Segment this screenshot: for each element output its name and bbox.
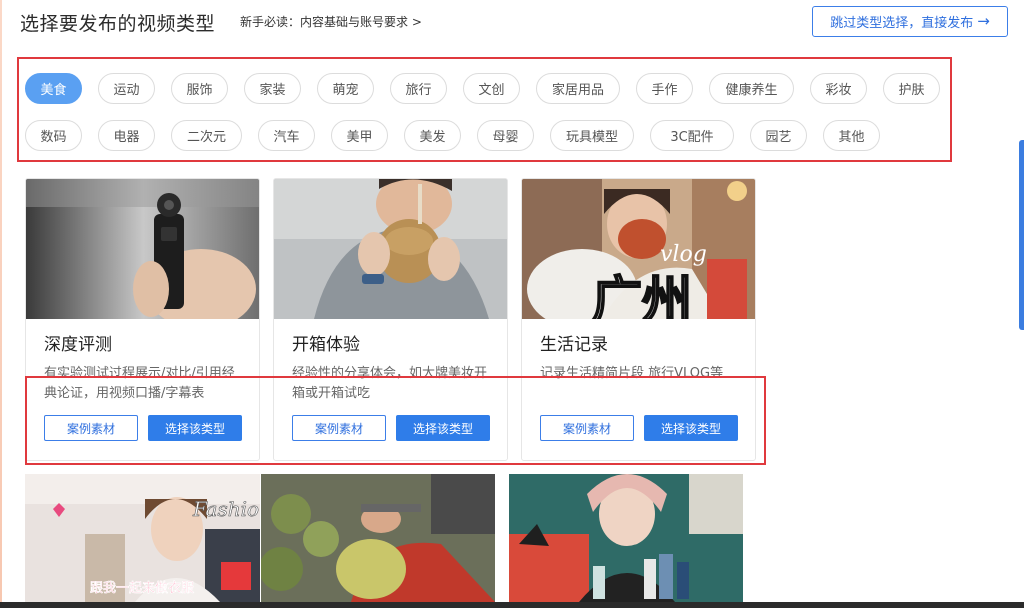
fashion-overlay-text: Fashion [192, 497, 260, 521]
category-row-2: 数码 电器 二次元 汽车 美甲 美发 母婴 玩具模型 3C配件 园艺 其他 [25, 120, 896, 151]
category-pill-travel[interactable]: 旅行 [390, 73, 447, 104]
category-pill-3c-accessories[interactable]: 3C配件 [650, 120, 734, 151]
type-card-life-record: vlog 广州 生活记录 记录生活精简片段 旅行VLOG等 案例素材 选择该类型 [521, 178, 756, 461]
category-pill-appliances[interactable]: 电器 [98, 120, 155, 151]
category-pill-cars[interactable]: 汽车 [258, 120, 315, 151]
category-pill-anime[interactable]: 二次元 [171, 120, 242, 151]
card-title: 深度评测 [44, 335, 112, 355]
category-pill-handmade[interactable]: 手作 [636, 73, 693, 104]
category-pill-other[interactable]: 其他 [823, 120, 880, 151]
skincare-thumbnail [509, 474, 743, 602]
page-title: 选择要发布的视频类型 [20, 13, 216, 35]
newbie-guide-link[interactable]: 新手必读：内容基础与账号要求 > [240, 13, 422, 30]
case-material-button[interactable]: 案例素材 [44, 415, 138, 441]
fashion-thumbnail: Fashion 跟我一起来做衣服 [25, 474, 260, 602]
unboxing-thumbnail [274, 179, 507, 319]
review-thumbnail [26, 179, 259, 319]
card-description: 有实验测试过程展示/对比/引用经典论证，用视频口播/字幕表 [44, 366, 235, 401]
category-pill-nails[interactable]: 美甲 [331, 120, 388, 151]
durian-thumbnail [261, 474, 495, 602]
life-record-thumbnail: vlog 广州 [522, 179, 755, 319]
category-pill-food[interactable]: 美食 [25, 73, 82, 104]
category-pill-baby[interactable]: 母婴 [477, 120, 534, 151]
category-pill-skincare[interactable]: 护肤 [883, 73, 940, 104]
skip-button-label: 跳过类型选择，直接发布 [830, 16, 974, 31]
card-title: 开箱体验 [292, 335, 360, 355]
case-material-button[interactable]: 案例素材 [292, 415, 386, 441]
category-pill-gardening[interactable]: 园艺 [750, 120, 807, 151]
category-pill-toy-models[interactable]: 玩具模型 [550, 120, 634, 151]
vlog-overlay-text: vlog [660, 242, 707, 267]
select-type-button[interactable]: 选择该类型 [396, 415, 490, 441]
type-card-unboxing: 开箱体验 经验性的分享体会，如大牌美妆开箱或开箱试吃 案例素材 选择该类型 [273, 178, 508, 461]
case-material-button[interactable]: 案例素材 [540, 415, 634, 441]
category-pill-creative[interactable]: 文创 [463, 73, 520, 104]
left-edge-decoration [0, 0, 2, 608]
right-edge-tab [1019, 140, 1024, 330]
category-pill-digital[interactable]: 数码 [25, 120, 82, 151]
arrow-right-icon: → [977, 12, 990, 30]
caption-overlay-text: 跟我一起来做衣服 [90, 580, 194, 596]
card-title: 生活记录 [540, 335, 608, 355]
card-description: 记录生活精简片段 旅行VLOG等 [540, 366, 724, 381]
category-pill-clothing[interactable]: 服饰 [171, 73, 228, 104]
category-pill-household[interactable]: 家居用品 [536, 73, 620, 104]
city-overlay-text: 广州 [592, 271, 692, 319]
category-row-1: 美食 运动 服饰 家装 萌宠 旅行 文创 家居用品 手作 健康养生 彩妆 护肤 [25, 73, 956, 104]
category-pill-home-decor[interactable]: 家装 [244, 73, 301, 104]
skip-type-selection-button[interactable]: 跳过类型选择，直接发布 → [812, 6, 1008, 37]
category-pill-health[interactable]: 健康养生 [709, 73, 794, 104]
bottom-bar [0, 602, 1024, 608]
category-pill-hair[interactable]: 美发 [404, 120, 461, 151]
category-pill-sports[interactable]: 运动 [98, 73, 155, 104]
type-card-review: 深度评测 有实验测试过程展示/对比/引用经典论证，用视频口播/字幕表 案例素材 … [25, 178, 260, 461]
select-type-button[interactable]: 选择该类型 [148, 415, 242, 441]
select-type-button[interactable]: 选择该类型 [644, 415, 738, 441]
card-description: 经验性的分享体会，如大牌美妆开箱或开箱试吃 [292, 366, 488, 401]
category-pill-makeup[interactable]: 彩妆 [810, 73, 867, 104]
category-pill-pets[interactable]: 萌宠 [317, 73, 374, 104]
